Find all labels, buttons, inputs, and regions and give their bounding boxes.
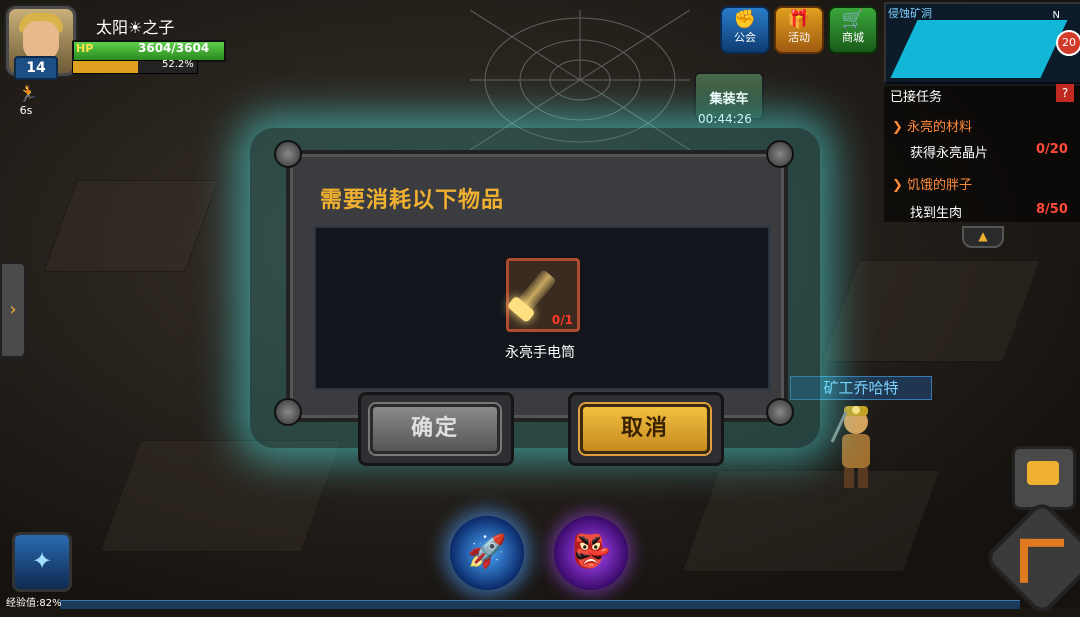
flashlight-icon (511, 269, 557, 319)
quest-title[interactable]: ❯ 饥饿的胖子 (892, 174, 972, 193)
quest-title-text: 饥饿的胖子 (907, 178, 973, 193)
quest-task: 获得永亮晶片 (910, 146, 989, 161)
quest-collapse-button[interactable]: ▲ (962, 226, 1004, 248)
energy-skill-button[interactable]: ✦ (12, 532, 72, 592)
rocket-skill-button[interactable]: 🚀 (450, 516, 524, 590)
quest-marker-icon: ❯ (892, 178, 903, 193)
quest-panel[interactable]: 已接任务 ❯ 永亮的材料 获得永亮晶片 0/20 ❯ 饥饿的胖子 找到生肉 8/… (884, 82, 1080, 222)
rocket-icon: 🚀 (467, 532, 507, 570)
running-man-icon: 🏃 (18, 84, 38, 103)
item-count: 0/1 (551, 313, 573, 327)
shop-cart-icon: 🛒 (841, 9, 865, 30)
buff-status[interactable]: 🏃 6s (18, 84, 38, 118)
player-level: 14 (14, 56, 58, 80)
hp-value: 3604/3604 (138, 41, 210, 55)
quest-marker-icon: ❯ (892, 120, 903, 135)
dialog-title: 需要消耗以下物品 (320, 188, 505, 213)
hp-label: HP (76, 42, 94, 55)
shop-button-label: 商城 (842, 31, 864, 44)
notification-badge[interactable]: 20 (1056, 30, 1080, 56)
energy-orb-icon: ✦ (31, 547, 53, 575)
minimap-title: 侵蚀矿洞 (888, 7, 932, 20)
minimap-area (890, 20, 1068, 78)
chat-button[interactable] (1012, 446, 1076, 510)
truck-timer: 00:44:26 (698, 112, 752, 126)
event-button-label: 活动 (788, 31, 810, 44)
chevron-up-icon: ▲ (978, 229, 988, 243)
floor-tile (681, 470, 941, 572)
floor-tile (43, 180, 219, 272)
quest-progress: 0/20 (1036, 142, 1068, 157)
quest-task: 找到生肉 (910, 206, 963, 221)
minimap[interactable]: 侵蚀矿洞 N (884, 2, 1080, 86)
guild-fist-icon: ✊ (733, 9, 757, 30)
quest-header: 已接任务 (890, 90, 943, 105)
portrait-face (23, 21, 59, 61)
event-gift-icon: 🎁 (787, 9, 811, 30)
north-indicator: N (1052, 10, 1060, 21)
rivet-decoration (274, 398, 302, 426)
floor-tile (821, 260, 1041, 362)
guild-button[interactable]: ✊ 公会 (720, 6, 770, 54)
floor-tile (99, 440, 343, 552)
rivet-decoration (766, 398, 794, 426)
side-panel-toggle[interactable]: › (0, 262, 26, 358)
consume-items-dialog: 需要消耗以下物品 0/1 永亮手电筒 (286, 150, 788, 422)
buff-timer: 6s (19, 104, 33, 117)
event-button[interactable]: 🎁 活动 (774, 6, 824, 54)
attack-arrow-icon (1020, 538, 1064, 583)
exp-bar-fill (73, 61, 138, 73)
confirm-button[interactable]: 确定 (370, 404, 500, 454)
npc-miner[interactable] (826, 402, 886, 492)
item-name: 永亮手电筒 (505, 345, 575, 361)
exp-percent: 52.2% (162, 59, 194, 70)
dialog-item-area: 0/1 永亮手电筒 (314, 226, 770, 390)
player-name: 太阳☀之子 (96, 18, 175, 37)
rivet-decoration (274, 140, 302, 168)
chevron-right-icon: › (9, 299, 17, 320)
guild-button-label: 公会 (734, 31, 756, 44)
cancel-button[interactable]: 取消 (580, 404, 710, 454)
rivet-decoration (766, 140, 794, 168)
quest-help-button[interactable]: ? (1056, 84, 1074, 102)
item-slot[interactable]: 0/1 (506, 258, 580, 332)
quest-title-text: 永亮的材料 (907, 120, 973, 135)
mask-skill-button[interactable]: 👺 (554, 516, 628, 590)
shop-button[interactable]: 🛒 商城 (828, 6, 878, 54)
exp-footer-label: 经验值:82% (6, 598, 62, 609)
chat-bubble-icon (1027, 461, 1059, 485)
quest-title[interactable]: ❯ 永亮的材料 (892, 116, 972, 135)
mask-icon: 👺 (571, 532, 611, 570)
quest-progress: 8/50 (1036, 202, 1068, 217)
